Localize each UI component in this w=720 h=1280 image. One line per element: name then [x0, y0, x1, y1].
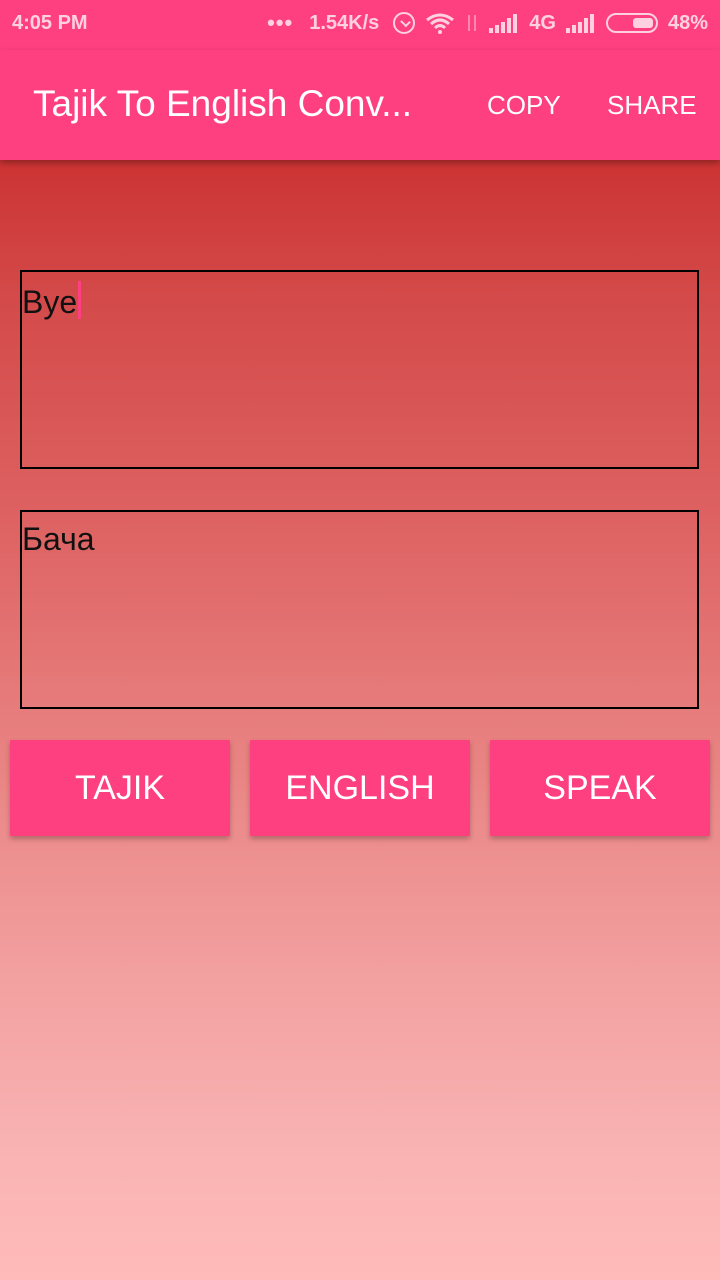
signal-icon [489, 13, 519, 33]
speak-button[interactable]: SPEAK [490, 740, 710, 836]
tajik-button[interactable]: TAJIK [10, 740, 230, 836]
data-transfer-icon [465, 13, 479, 33]
signal-icon [565, 13, 596, 33]
input-text-field[interactable]: Bye [20, 270, 699, 469]
network-type: 4G [529, 11, 556, 34]
network-speed: 1.54K/s [309, 11, 380, 34]
more-notifications-icon: ••• [267, 10, 294, 35]
app-title: Tajik To English Conv... [33, 83, 413, 124]
status-icons: ••• 1.54K/s 4G 48% [267, 10, 708, 36]
battery-fill [632, 18, 653, 28]
battery-icon [605, 13, 658, 33]
copy-button[interactable]: COPY [487, 90, 561, 121]
status-bar: 4:05 PM ••• 1.54K/s 4G 48% [0, 0, 720, 50]
app-toolbar: Tajik To English Conv... COPY SHARE [0, 50, 720, 160]
alarm-icon [393, 12, 416, 34]
english-button[interactable]: ENGLISH [250, 740, 470, 836]
output-text-field[interactable]: Бача [20, 510, 699, 709]
status-time: 4:05 PM [12, 12, 88, 34]
share-button[interactable]: SHARE [607, 90, 697, 121]
battery-percent: 48% [667, 11, 708, 34]
wifi-icon [425, 12, 455, 34]
output-text-value: Бача [22, 521, 95, 557]
text-cursor [78, 281, 82, 319]
input-text-value: Bye [22, 284, 78, 320]
